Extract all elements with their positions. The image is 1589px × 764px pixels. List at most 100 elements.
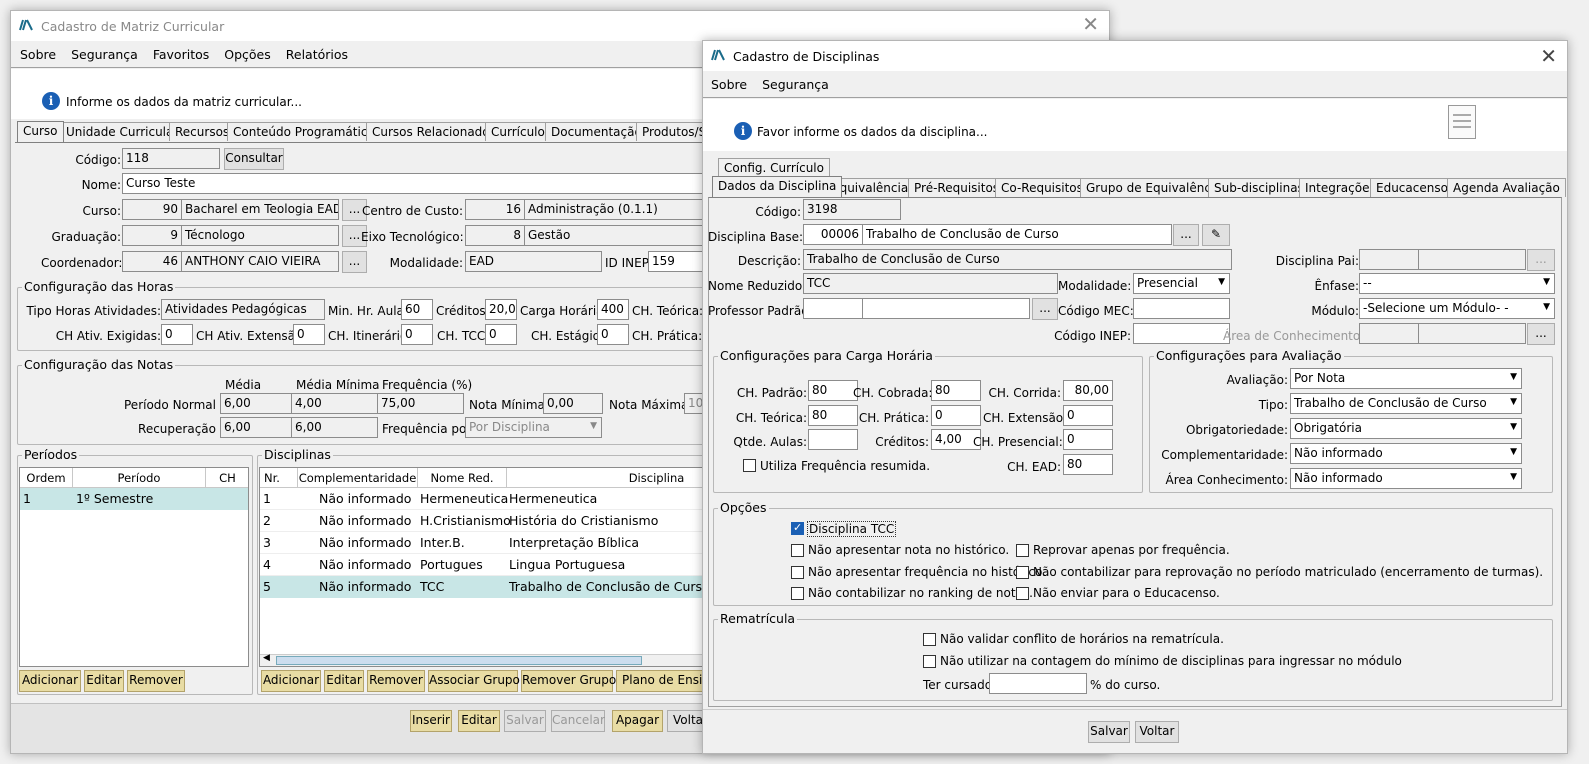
- minhr-field[interactable]: 60: [401, 299, 433, 320]
- col-ordem[interactable]: Ordem: [20, 468, 73, 488]
- tab-conteudo[interactable]: Conteúdo Programático: [227, 122, 381, 141]
- graduacao-field[interactable]: Técnologo: [181, 225, 339, 246]
- opt-reprovar-freq-checkbox[interactable]: [1016, 544, 1029, 557]
- tab-sub-disciplinas[interactable]: Sub-disciplinas: [1208, 178, 1310, 197]
- nota-minima-field[interactable]: 0,00: [543, 393, 603, 414]
- avaliacao-select[interactable]: Por Nota: [1290, 368, 1522, 389]
- disc-remover-button[interactable]: Remover: [367, 670, 425, 692]
- descricao-field[interactable]: Trabalho de Conclusão de Curso: [803, 249, 1232, 270]
- professor-id-field[interactable]: [803, 298, 863, 319]
- creditos-field[interactable]: 20,00: [485, 299, 517, 320]
- frequencia-por-select[interactable]: Por Disciplina: [465, 417, 602, 438]
- salvar-button[interactable]: Salvar: [504, 710, 546, 732]
- carga-field[interactable]: 400: [597, 299, 629, 320]
- opt-ranking-checkbox[interactable]: [791, 587, 804, 600]
- tab-dados-disciplina[interactable]: Dados da Disciplina: [712, 176, 843, 197]
- opt-reprovacao-periodo-checkbox[interactable]: [1016, 566, 1029, 579]
- cancelar-button[interactable]: Cancelar: [551, 710, 605, 732]
- curso-id-field[interactable]: 90: [122, 199, 182, 220]
- modalidade-field[interactable]: EAD: [465, 251, 602, 272]
- ter-cursado-field[interactable]: [989, 673, 1087, 694]
- opt-nota-historico-checkbox[interactable]: [791, 544, 804, 557]
- col-nr[interactable]: Nr.: [260, 468, 298, 488]
- disc-adicionar-button[interactable]: Adicionar: [261, 670, 321, 692]
- disc-pai-lookup-button[interactable]: ...: [1527, 249, 1555, 271]
- ch-cobrada-field[interactable]: 80: [931, 380, 981, 401]
- table-row[interactable]: 3 Não informado Inter.B. Interpretação B…: [260, 532, 713, 554]
- menu-opcoes[interactable]: Opções: [216, 42, 278, 62]
- tipo-horas-field[interactable]: Atividades Pedagógicas: [161, 299, 325, 320]
- eixo-field[interactable]: Gestão: [524, 225, 714, 246]
- ch-ead-field[interactable]: 80: [1063, 454, 1113, 475]
- table-row[interactable]: 4 Não informado Portugues Lingua Portugu…: [260, 554, 713, 576]
- tab-pre-requisitos[interactable]: Pré-Requisitos: [908, 178, 1006, 197]
- rec-media-field[interactable]: 6,00: [220, 417, 292, 438]
- menu-relatorios[interactable]: Relatórios: [278, 42, 355, 62]
- codigo-inep-field[interactable]: [1133, 323, 1230, 344]
- pn-media-min-field[interactable]: 4,00: [291, 393, 378, 414]
- disc-ch-pratica-field[interactable]: 0: [931, 405, 981, 426]
- tab-educacenso[interactable]: Educacenso: [1370, 178, 1454, 197]
- opt-freq-historico-checkbox[interactable]: [791, 566, 804, 579]
- associar-grupo-button[interactable]: Associar Grupo: [428, 670, 520, 692]
- cc-field[interactable]: Administração (0.1.1): [524, 199, 714, 220]
- tab-curso[interactable]: Curso: [17, 121, 64, 142]
- dialog-voltar-button[interactable]: Voltar: [1135, 721, 1179, 743]
- table-row[interactable]: 1 Não informado Hermeneutica Hermeneutic…: [260, 488, 713, 510]
- tab-grupo-equivalencia[interactable]: Grupo de Equivalência: [1080, 178, 1228, 197]
- table-row[interactable]: 1 1º Semestre: [20, 488, 248, 510]
- disc-pai-id-field[interactable]: [1359, 249, 1419, 270]
- dialog-salvar-button[interactable]: Salvar: [1088, 721, 1130, 743]
- remat-conflito-checkbox[interactable]: [923, 633, 936, 646]
- remat-contagem-checkbox[interactable]: [923, 655, 936, 668]
- disc-modalidade-select[interactable]: Presencial: [1133, 273, 1230, 294]
- ch-estagio-field[interactable]: 0: [597, 324, 629, 345]
- remover-grupo-button[interactable]: Remover Grupo: [521, 670, 616, 692]
- col-disciplina[interactable]: Disciplina: [507, 468, 713, 488]
- disc-base-id-field[interactable]: 00006: [803, 224, 863, 245]
- nome-field[interactable]: Curso Teste: [122, 173, 712, 194]
- tab-cursos-relacionados[interactable]: Cursos Relacionados: [366, 122, 502, 141]
- disc-editar-button[interactable]: Editar: [324, 670, 364, 692]
- tipo-select[interactable]: Trabalho de Conclusão de Curso: [1290, 393, 1522, 414]
- tab-curriculo[interactable]: Currículo: [485, 122, 551, 141]
- menu-favoritos[interactable]: Favoritos: [145, 42, 216, 62]
- col-periodo[interactable]: Período: [73, 468, 206, 488]
- disc-base-field[interactable]: Trabalho de Conclusão de Curso: [862, 224, 1172, 245]
- tab-co-requisitos[interactable]: Co-Requisitos: [995, 178, 1089, 197]
- ch-presencial-field[interactable]: 0: [1063, 429, 1113, 450]
- disc-pai-field[interactable]: [1418, 249, 1526, 270]
- eixo-id-field[interactable]: 8: [465, 225, 525, 246]
- menu-sobre[interactable]: Sobre: [11, 42, 63, 62]
- disc-codigo-field[interactable]: 3198: [803, 199, 901, 220]
- disc-ch-extensao-field[interactable]: 0: [1063, 405, 1113, 426]
- disciplina-tcc-checkbox[interactable]: [791, 521, 804, 535]
- pn-media-field[interactable]: 6,00: [220, 393, 292, 414]
- disc-ch-teorica-field[interactable]: 80: [808, 405, 858, 426]
- pencil-icon[interactable]: ✎: [1202, 224, 1230, 246]
- inserir-button[interactable]: Inserir: [410, 710, 452, 732]
- freq-resumida-checkbox[interactable]: [743, 459, 756, 472]
- ch-itinerario-field[interactable]: 0: [401, 324, 433, 345]
- voltar-button[interactable]: Volta: [667, 710, 707, 732]
- close-icon[interactable]: ✕: [1082, 12, 1099, 36]
- horizontal-scrollbar[interactable]: ◀: [260, 653, 713, 666]
- modulo-select[interactable]: -Selecione um Módulo- -: [1359, 298, 1555, 319]
- tab-agenda-avaliacao[interactable]: Agenda Avaliação: [1447, 178, 1566, 197]
- curso-field[interactable]: Bacharel em Teologia EAD: [181, 199, 339, 220]
- codigo-mec-field[interactable]: [1133, 298, 1230, 319]
- menu-seguranca[interactable]: Segurança: [754, 72, 836, 92]
- col-ch[interactable]: CH: [206, 468, 248, 488]
- area-conh-select[interactable]: Não informado: [1290, 468, 1522, 489]
- area-conhecimento-lookup-button[interactable]: ...: [1527, 323, 1555, 345]
- consultar-button[interactable]: Consultar: [224, 148, 284, 170]
- close-icon[interactable]: ✕: [1540, 44, 1557, 68]
- area-conhecimento-field[interactable]: [1418, 323, 1526, 344]
- ch-tcc-field[interactable]: 0: [485, 324, 517, 345]
- complementaridade-select[interactable]: Não informado: [1290, 443, 1522, 464]
- tab-config-curriculo[interactable]: Config. Currículo: [718, 158, 830, 177]
- professor-lookup-button[interactable]: ...: [1032, 298, 1058, 320]
- ch-exigidas-field[interactable]: 0: [161, 324, 193, 345]
- editar-button[interactable]: Editar: [458, 710, 500, 732]
- ch-corrida-field[interactable]: 80,00: [1063, 380, 1113, 401]
